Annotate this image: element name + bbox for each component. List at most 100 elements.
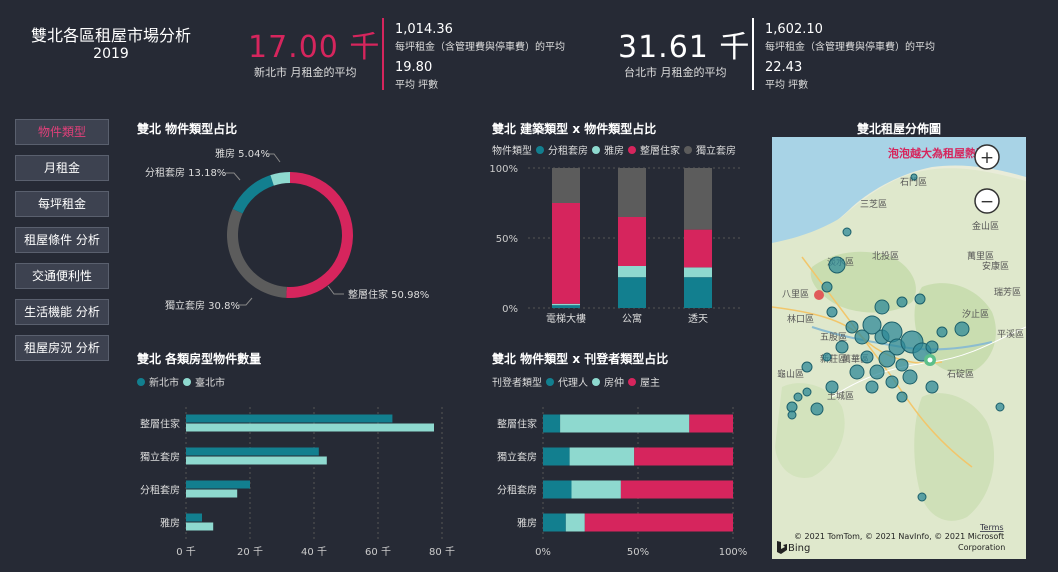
building-bar-segment[interactable] xyxy=(552,305,580,308)
count-bar[interactable] xyxy=(186,489,238,498)
map-label-guishan: 龜山區 xyxy=(777,368,804,380)
building-bar-segment[interactable] xyxy=(618,277,646,308)
map-bubble[interactable] xyxy=(793,392,803,402)
map-bubble[interactable] xyxy=(842,227,852,237)
publisher-bar-segment[interactable] xyxy=(543,513,566,532)
map-bubble[interactable] xyxy=(896,296,908,308)
map-bubble[interactable] xyxy=(995,402,1005,412)
publisher-bar-segment[interactable] xyxy=(571,480,621,499)
zoom-out-button[interactable]: − xyxy=(974,188,1000,214)
map-bubble[interactable] xyxy=(878,350,896,368)
map-bubble[interactable] xyxy=(885,375,899,389)
nav-button-monthly-rent[interactable]: 月租金 xyxy=(15,155,109,181)
map-bubble[interactable] xyxy=(917,492,927,502)
zoom-in-button[interactable]: + xyxy=(974,144,1000,170)
kpi-tpe-rent-label: 台北市 月租金的平均 xyxy=(624,66,727,79)
legend-room: 雅房 xyxy=(604,146,624,157)
publisher-bar-segment[interactable] xyxy=(584,513,733,532)
publisher-category-label: 雅房 xyxy=(517,517,537,530)
count-bar[interactable] xyxy=(186,423,434,432)
nav-button-object-type[interactable]: 物件類型 xyxy=(15,119,109,145)
count-bar[interactable] xyxy=(186,513,202,522)
count-bar[interactable] xyxy=(186,447,319,456)
donut-leader-shared-suite xyxy=(226,172,241,181)
building-bar-segment[interactable] xyxy=(684,277,712,308)
map-bubble[interactable] xyxy=(902,369,918,385)
donut-slice-whole-unit[interactable] xyxy=(286,172,354,298)
map-bubble[interactable] xyxy=(802,387,812,397)
map-bubble[interactable] xyxy=(874,299,890,315)
donut-slice-room[interactable] xyxy=(270,172,290,186)
donut-slice-shared-suite[interactable] xyxy=(232,175,274,214)
building-bar-segment[interactable] xyxy=(552,168,580,203)
building-bar-segment[interactable] xyxy=(618,266,646,278)
map-bubble[interactable] xyxy=(845,320,859,334)
map-terms-link[interactable]: Terms xyxy=(979,523,1004,532)
map-bubble[interactable] xyxy=(825,380,839,394)
map-bubble[interactable] xyxy=(954,321,970,337)
building-bar-segment[interactable] xyxy=(618,168,646,217)
publisher-bar-segment[interactable] xyxy=(620,480,733,499)
map-label-bali: 八里區 xyxy=(782,289,809,300)
map-bubble[interactable] xyxy=(936,326,948,338)
donut-slice-studio[interactable] xyxy=(227,208,287,298)
map-bubble[interactable] xyxy=(821,281,833,293)
map-bubble[interactable] xyxy=(925,340,939,354)
map-canvas[interactable]: 石門區 三芝區 淡水區 金山區 萬里區 汐止區 林口區 五股區 新莊區 龜山區 … xyxy=(772,137,1026,559)
legend-broker: 房仲 xyxy=(604,378,624,389)
map-bubble[interactable] xyxy=(925,380,939,394)
map-bubble[interactable] xyxy=(865,380,879,394)
legend-tpe: 臺北市 xyxy=(195,378,225,389)
legend-shared-suite: 分租套房 xyxy=(548,146,588,157)
building-bar-segment[interactable] xyxy=(552,303,580,306)
map-label-wanli: 萬里區 xyxy=(967,250,994,262)
publisher-bar-segment[interactable] xyxy=(565,513,585,532)
legend-studio: 獨立套房 xyxy=(696,146,736,157)
publisher-bar-segment[interactable] xyxy=(634,447,733,466)
map-bubble[interactable] xyxy=(810,402,824,416)
map-bubble[interactable] xyxy=(910,173,918,181)
publisher-bar-segment[interactable] xyxy=(543,414,561,433)
publisher-bar-segment[interactable] xyxy=(560,414,690,433)
nav-button-rental-conditions[interactable]: 租屋條件 分析 xyxy=(15,227,109,253)
donut-chart: 整層住家 50.98% 獨立套房 30.8% 分租套房 13.18% 雅房 5.… xyxy=(145,147,429,312)
map-bubble[interactable] xyxy=(822,352,832,362)
map-bubble[interactable] xyxy=(835,340,849,354)
map-bubble[interactable] xyxy=(828,256,846,274)
building-bar-segment[interactable] xyxy=(684,168,712,230)
publisher-bar-segment[interactable] xyxy=(543,480,572,499)
building-bar-segment[interactable] xyxy=(684,267,712,278)
map-bubble[interactable] xyxy=(854,329,870,345)
map-label-linkou: 林口區 xyxy=(787,313,814,325)
map-bubble[interactable] xyxy=(860,350,874,364)
publisher-bar-segment[interactable] xyxy=(543,447,570,466)
map-bubble[interactable] xyxy=(914,293,926,305)
map-flower-icon xyxy=(924,354,936,366)
map-bubble[interactable] xyxy=(801,361,813,373)
count-bar[interactable] xyxy=(186,414,393,423)
donut-chart-title: 雙北 物件類型占比 xyxy=(137,122,238,136)
count-bar[interactable] xyxy=(186,522,214,531)
nav-button-ping-rent[interactable]: 每坪租金 xyxy=(15,191,109,217)
building-bar-segment[interactable] xyxy=(552,203,580,304)
building-bar-segment[interactable] xyxy=(684,229,712,268)
map-bubble[interactable] xyxy=(895,358,909,372)
count-bar[interactable] xyxy=(186,480,250,489)
count-category-label: 分租套房 xyxy=(140,484,180,497)
map-bubble[interactable] xyxy=(787,410,797,420)
map-bubble[interactable] xyxy=(849,364,865,380)
nav-button-amenities[interactable]: 生活機能 分析 xyxy=(15,299,109,325)
count-bar[interactable] xyxy=(186,456,327,465)
map-bubble[interactable] xyxy=(826,306,838,318)
nav-button-house-condition[interactable]: 租屋房況 分析 xyxy=(15,335,109,361)
building-bar-segment[interactable] xyxy=(618,217,646,266)
legend-dot-ntpc xyxy=(137,377,145,386)
publisher-bar-segment[interactable] xyxy=(689,414,733,433)
bing-logo-text: Bing xyxy=(788,543,810,554)
rental-map[interactable]: 石門區 三芝區 淡水區 金山區 萬里區 汐止區 林口區 五股區 新莊區 龜山區 … xyxy=(772,137,1026,559)
map-bubble[interactable] xyxy=(896,391,908,403)
count-chart-legend: 新北市 臺北市 xyxy=(137,374,225,389)
map-bubble[interactable] xyxy=(869,364,885,380)
nav-button-transport[interactable]: 交通便利性 xyxy=(15,263,109,289)
publisher-bar-segment[interactable] xyxy=(569,447,635,466)
